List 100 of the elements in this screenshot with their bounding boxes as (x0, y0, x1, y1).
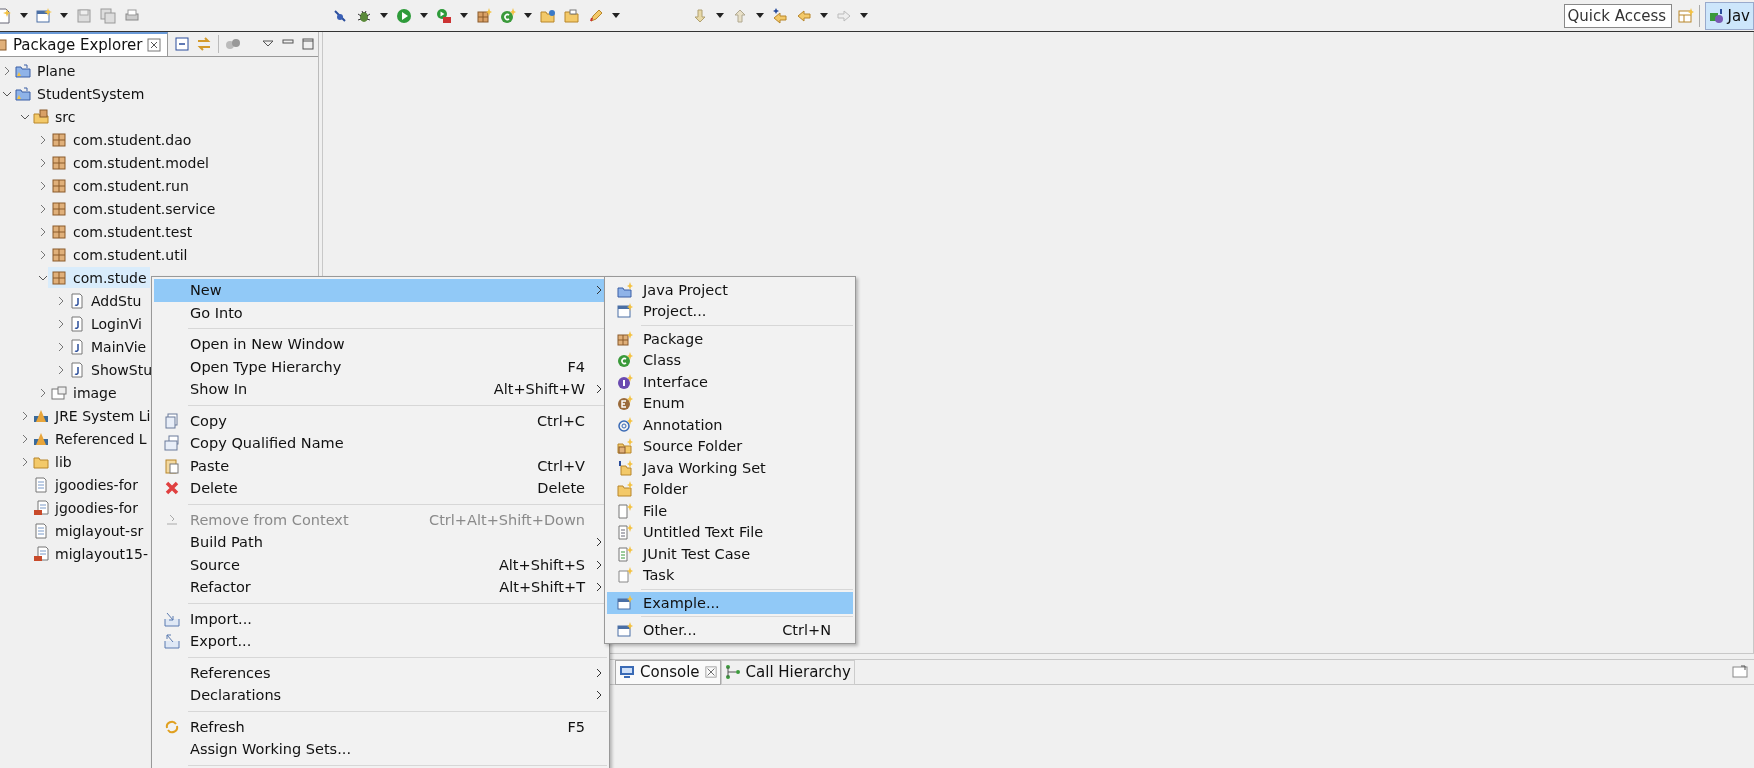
pin-icon (332, 7, 348, 24)
menu-item[interactable]: Java Working Set (607, 457, 853, 479)
menu-item[interactable]: Copy Ctrl+C (154, 409, 607, 432)
tree-item[interactable]: com.student.test (48, 221, 196, 242)
tree-item[interactable]: image (48, 382, 120, 403)
tree-item[interactable]: LoginVi (66, 313, 145, 334)
menu-item[interactable]: Source Folder (607, 435, 853, 457)
tree-item[interactable]: miglayout15- (30, 543, 151, 564)
menu-item[interactable]: Show In Alt+Shift+W (154, 378, 607, 401)
menu-item[interactable]: Assign Working Sets... (154, 738, 607, 761)
menu-item[interactable]: Build Path (154, 531, 607, 554)
menu-item[interactable]: File (607, 500, 853, 522)
tree-item[interactable]: AddStu (66, 290, 145, 311)
caret-icon (380, 13, 388, 18)
tree-item[interactable]: jgoodies-for (30, 474, 141, 495)
tree-item[interactable]: lib (30, 451, 75, 472)
new-file-icon (0, 7, 12, 24)
menu-item[interactable]: Folder (607, 478, 853, 500)
menu-item[interactable]: Task (607, 564, 853, 586)
tree-item[interactable]: MainVie (66, 336, 150, 357)
menu-item[interactable]: Java Project (607, 279, 853, 301)
tree-item[interactable]: com.stude (48, 267, 150, 288)
tree-item[interactable]: com.student.model (48, 152, 212, 173)
quick-access-field[interactable]: Quick Access (1563, 3, 1672, 28)
menu-item[interactable]: Copy Qualified Name (154, 432, 607, 455)
chevron-right-icon[interactable] (38, 134, 48, 145)
caret-icon (20, 13, 28, 18)
tree-item[interactable]: com.student.run (48, 175, 192, 196)
tree-item[interactable]: JRE System Li (30, 405, 154, 426)
new-package-icon (476, 7, 492, 24)
project-icon (617, 303, 633, 320)
chevron-right-icon[interactable] (38, 180, 48, 191)
menu-item[interactable]: Class (607, 349, 853, 371)
monitor-icon (619, 664, 635, 680)
tree-item[interactable]: ShowStu (66, 359, 156, 380)
link-editor-icon[interactable] (196, 36, 213, 52)
chevron-right-icon[interactable] (38, 203, 48, 214)
close-icon[interactable] (704, 666, 717, 678)
view-tab[interactable]: Package Explorer (0, 32, 169, 56)
menu-item[interactable]: Interface (607, 371, 853, 393)
menu-item[interactable]: Open in New Window (154, 333, 607, 356)
collapse-all-icon[interactable] (174, 36, 191, 52)
chevron-right-icon[interactable] (20, 433, 30, 444)
tree-item[interactable]: Plane (12, 60, 79, 81)
chevron-right-icon[interactable] (56, 341, 66, 352)
menu-item[interactable]: Open Type Hierarchy F4 (154, 355, 607, 378)
enum-icon (617, 395, 633, 412)
tree-item[interactable]: miglayout-sr (30, 520, 147, 541)
package-icon (51, 246, 67, 263)
menu-item[interactable]: Untitled Text File (607, 521, 853, 543)
view-tab[interactable]: Console (615, 659, 721, 685)
shortcut-label: F5 (567, 718, 585, 735)
file-icon (617, 502, 633, 519)
tree-item[interactable]: com.student.util (48, 244, 191, 265)
chevron-right-icon[interactable] (2, 65, 12, 76)
tree-item[interactable]: jgoodies-for (30, 497, 141, 518)
tree-item[interactable]: StudentSystem (12, 83, 148, 104)
chevron-right-icon[interactable] (38, 226, 48, 237)
refresh-icon (164, 718, 180, 735)
menu-item[interactable]: Declarations (154, 684, 607, 707)
java-file-icon (69, 292, 85, 309)
close-icon[interactable] (147, 38, 162, 52)
menu-item[interactable]: Annotation (607, 414, 853, 436)
open-perspective-icon[interactable] (1677, 7, 1694, 24)
perspective-button[interactable]: Jav (1704, 1, 1754, 30)
view-tab[interactable]: Call Hierarchy (720, 659, 855, 685)
menu-item[interactable]: Paste Ctrl+V (154, 454, 607, 477)
menu-item[interactable]: Example... (607, 592, 853, 614)
menu-item[interactable]: Source Alt+Shift+S (154, 553, 607, 576)
tree-item[interactable]: com.student.dao (48, 129, 195, 150)
tree-item[interactable]: src (30, 106, 79, 127)
chevron-right-icon[interactable] (20, 456, 30, 467)
shortcut-label: Ctrl+V (537, 457, 585, 474)
chevron-right-icon[interactable] (56, 318, 66, 329)
chevron-right-icon[interactable] (38, 157, 48, 168)
menu-item[interactable]: Export... (154, 630, 607, 653)
menu-item[interactable]: Delete Delete (154, 477, 607, 500)
chevron-right-icon[interactable] (56, 295, 66, 306)
tree-item[interactable]: Referenced L (30, 428, 150, 449)
chevron-right-icon[interactable] (20, 410, 30, 421)
package-icon (617, 330, 633, 347)
menu-item[interactable]: Enum (607, 392, 853, 414)
menu-item[interactable]: Refactor Alt+Shift+T (154, 576, 607, 599)
menu-item[interactable]: Other... Ctrl+N (607, 619, 853, 641)
filter-icon[interactable] (225, 36, 242, 52)
menu-item[interactable]: JUnit Test Case (607, 543, 853, 565)
package-icon (51, 269, 67, 286)
chevron-right-icon[interactable] (38, 249, 48, 260)
menu-item[interactable]: Package (607, 328, 853, 350)
tree-item[interactable]: com.student.service (48, 198, 219, 219)
menu-item[interactable]: References (154, 661, 607, 684)
menu-item[interactable]: Import... (154, 607, 607, 630)
menu-item[interactable]: New (154, 279, 607, 302)
menu-item[interactable]: Go Into (154, 301, 607, 324)
maximize-icon[interactable] (301, 37, 316, 51)
minimize-icon[interactable] (1732, 664, 1748, 680)
chevron-right-icon[interactable] (56, 364, 66, 375)
menu-item[interactable]: Refresh F5 (154, 715, 607, 738)
menu-item[interactable]: Project... (607, 300, 853, 322)
chevron-right-icon[interactable] (38, 387, 48, 398)
